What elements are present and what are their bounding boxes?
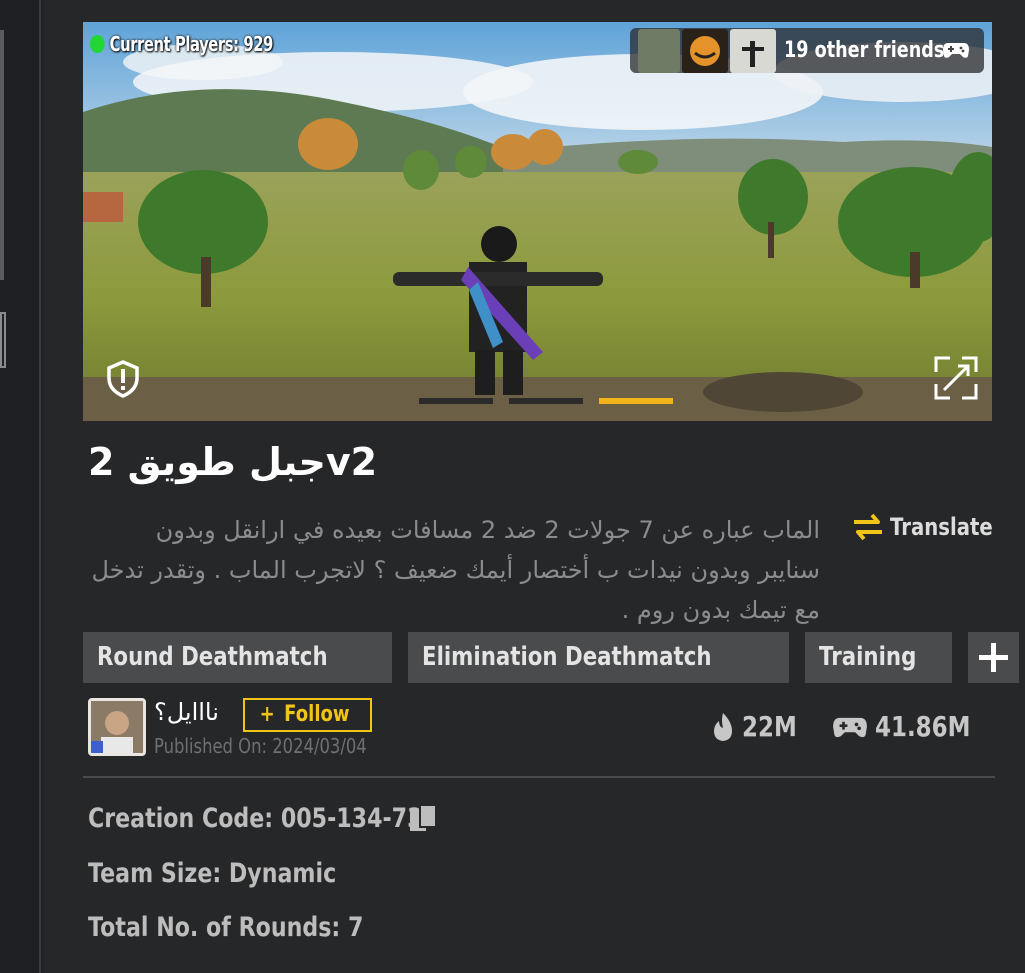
rail-selector[interactable] (0, 312, 6, 368)
tag-round-deathmatch[interactable]: Round Deathmatch (83, 632, 393, 683)
map-tags: Round Deathmatch Elimination Deathmatch … (83, 632, 1020, 683)
tag-label: Training (819, 642, 917, 672)
tag-training[interactable]: Training (805, 632, 953, 683)
online-dot-icon (90, 35, 105, 53)
popularity-value: 22M (741, 710, 797, 743)
add-tag-plus-icon[interactable] (968, 632, 1020, 683)
tag-label: Elimination Deathmatch (422, 642, 712, 672)
fullscreen-icon[interactable] (934, 356, 978, 400)
creation-code: Creation Code: 005-134-737 (88, 803, 438, 834)
plays-value: 41.86M (874, 710, 971, 743)
friend-avatar (729, 28, 776, 73)
map-preview-image[interactable]: Current Players: 929 19 other friends (83, 22, 992, 421)
current-players-indicator: Current Players: 929 (90, 32, 273, 56)
pager-dot-active[interactable] (599, 398, 673, 404)
plays-stat: 41.86M (831, 710, 991, 743)
flame-icon (713, 712, 732, 741)
current-players-label: Current Players: 929 (109, 32, 274, 56)
translate-label: Translate (890, 513, 993, 541)
follow-label: Follow (284, 702, 350, 727)
translate-button[interactable]: Translate (850, 510, 1015, 544)
friend-avatar (638, 28, 680, 73)
map-description: الماب عباره عن 7 جولات 2 ضد 2 مسافات بعي… (91, 516, 821, 624)
shield-alert-icon[interactable] (105, 360, 141, 398)
left-rail (0, 0, 41, 973)
friends-playing[interactable]: 19 other friends (630, 28, 984, 73)
copy-icon[interactable] (408, 803, 440, 835)
gamepad-icon (832, 717, 867, 737)
team-size: Team Size: Dynamic (88, 858, 337, 889)
pager-dot[interactable] (419, 398, 493, 404)
gamepad-icon (943, 43, 969, 58)
friends-label: 19 other friends (783, 38, 944, 63)
tag-label: Round Deathmatch (97, 642, 328, 672)
preview-pager (419, 398, 673, 404)
map-stats: 22M 41.86M (710, 710, 991, 743)
section-divider (83, 776, 995, 778)
author-avatar[interactable] (88, 698, 146, 756)
author-name[interactable]: نااايل؟ (154, 698, 219, 726)
map-title: جبل طويق 2v2 (88, 440, 378, 484)
rail-scroll-mark (0, 30, 4, 280)
tag-elimination-deathmatch[interactable]: Elimination Deathmatch (408, 632, 790, 683)
popularity-stat: 22M (710, 710, 809, 743)
published-date: Published On: 2024/03/04 (154, 734, 367, 758)
total-rounds: Total No. of Rounds: 7 (88, 912, 364, 943)
map-preview-scene (83, 22, 992, 421)
pager-dot[interactable] (509, 398, 583, 404)
follow-button[interactable]: + Follow (243, 698, 372, 732)
swap-arrows-icon (854, 513, 882, 541)
friend-avatar (681, 28, 728, 73)
